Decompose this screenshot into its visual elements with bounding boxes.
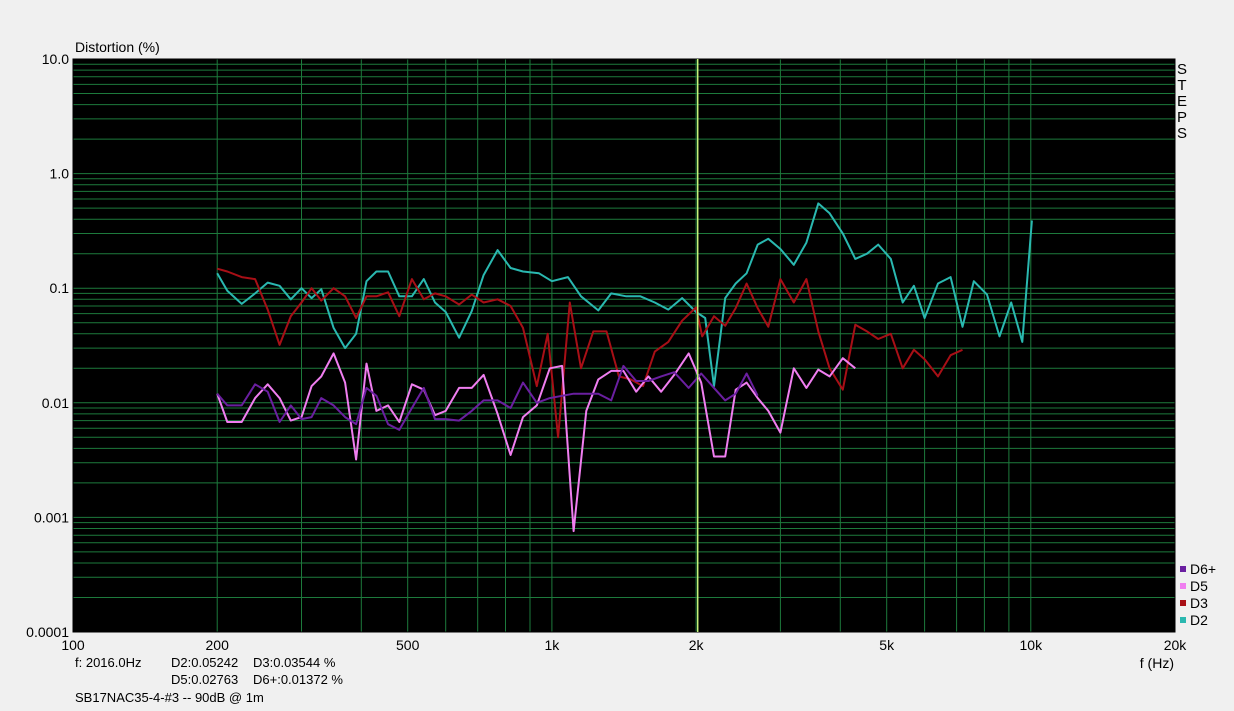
steps-letter: S [1177,61,1187,78]
measurement-title: SB17NAC35-4-#3 -- 90dB @ 1m [75,690,264,705]
y-tick-label: 0.001 [34,509,69,525]
x-tick-labels: 100 200 500 1k 2k 5k 10k 20k [61,637,1187,653]
cursor-frequency-readout: f: 2016.0Hz [75,655,142,670]
steps-letter: T [1177,77,1186,94]
y-axis-title: Distortion (%) [75,39,160,55]
x-axis-title: f (Hz) [1140,655,1174,671]
x-tick-label: 500 [396,637,420,653]
y-tick-label: 0.01 [42,395,69,411]
x-tick-label: 10k [1020,637,1044,653]
x-tick-label: 5k [879,637,895,653]
legend-swatch [1180,617,1186,623]
legend-swatch [1180,583,1186,589]
y-tick-label: 1.0 [50,166,70,182]
plot-area [73,59,1175,632]
legend-swatch [1180,566,1186,572]
x-tick-label: 2k [689,637,705,653]
steps-letter: P [1177,109,1187,126]
d3-readout: D3:0.03544 % [253,655,336,670]
steps-letter: S [1177,125,1187,142]
x-tick-label: 200 [206,637,230,653]
y-tick-label: 10.0 [42,51,69,67]
d5-readout: D5:0.02763 [171,672,239,687]
distortion-chart: Distortion (%) 10.01.00.10.010.0010.0001… [26,39,1216,671]
d6-readout: D6+:0.01372 % [253,672,343,687]
legend-label: D3 [1190,595,1208,611]
legend-swatch [1180,600,1186,606]
x-tick-label: 1k [545,637,561,653]
d2-readout: D2:0.05242 [171,655,239,670]
steps-letter: E [1177,93,1187,110]
legend-label: D6+ [1190,561,1216,577]
legend-label: D2 [1190,612,1208,628]
y-tick-labels: 10.01.00.10.010.0010.0001 [26,51,69,640]
legend: D6+D5D3D2 [1180,561,1216,628]
steps-side-label: STEPS [1177,61,1187,142]
legend-label: D5 [1190,578,1208,594]
x-tick-label: 100 [61,637,85,653]
y-tick-label: 0.1 [50,280,70,296]
x-tick-label: 20k [1164,637,1188,653]
